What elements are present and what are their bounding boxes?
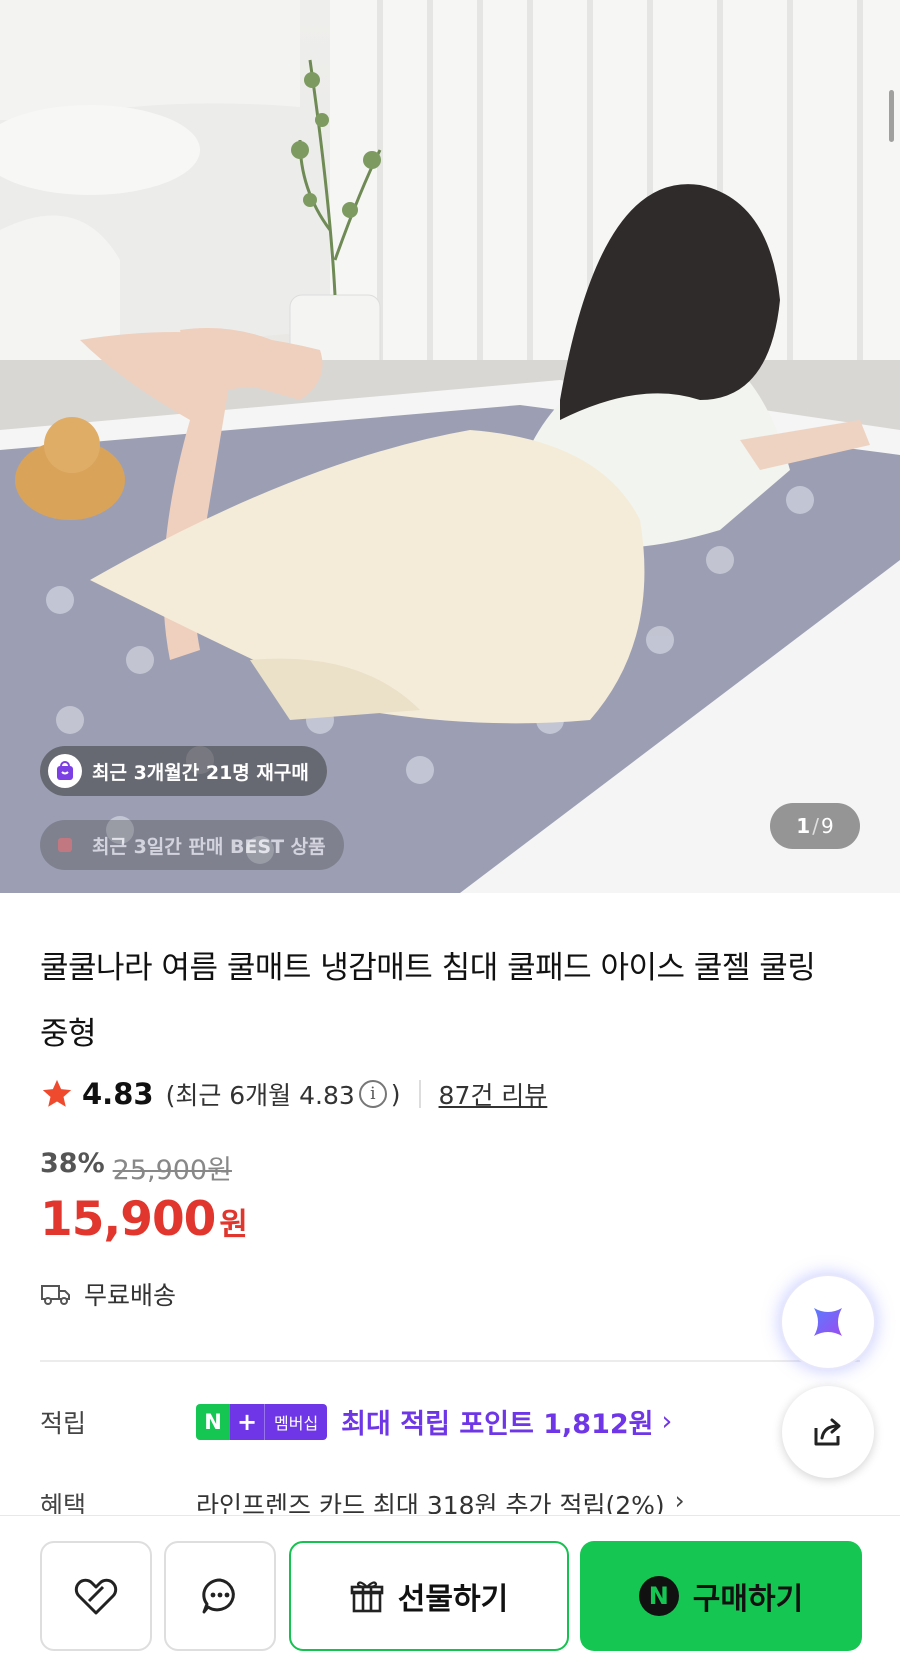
chevron-right-icon: › <box>661 1406 673 1437</box>
counter-separator: / <box>812 814 819 838</box>
truck-icon <box>41 1285 70 1305</box>
price-currency: 원 <box>219 1207 248 1243</box>
badge-membership: 멤버십 <box>264 1403 328 1440</box>
discount-rate: 38% <box>40 1148 105 1179</box>
rating-row: 4.83 (최근 6개월 4.83 i ) 87건 리뷰 <box>40 1072 547 1116</box>
image-counter: 1 / 9 <box>770 803 860 849</box>
ai-assistant-icon <box>814 1308 842 1336</box>
section-divider <box>40 1360 860 1362</box>
rating-score: 4.83 <box>82 1077 154 1111</box>
badge-n: N <box>196 1403 230 1440</box>
wishlist-button[interactable] <box>40 1541 152 1651</box>
npay-icon: N <box>638 1576 679 1616</box>
gift-icon <box>350 1581 384 1613</box>
recent-rating-close: ) <box>390 1079 401 1109</box>
share-button[interactable] <box>782 1386 874 1478</box>
info-icon[interactable]: i <box>358 1080 387 1108</box>
sale-price: 15,900 원 <box>40 1192 248 1247</box>
talk-button[interactable] <box>164 1541 276 1651</box>
buy-button-label: 구매하기 <box>692 1582 804 1617</box>
chat-icon <box>202 1578 235 1614</box>
points-row[interactable]: 적립 N + 멤버십 최대 적립 포인트 1,812원 › <box>40 1402 672 1441</box>
points-label: 적립 <box>40 1408 87 1438</box>
best-seller-chip-text: 최근 3일간 판매 BEST 상품 <box>92 835 326 858</box>
buy-button[interactable]: N 구매하기 <box>580 1541 862 1651</box>
shipping-row: 무료배송 <box>40 1276 176 1312</box>
benefit-label: 혜택 <box>40 1491 87 1514</box>
benefit-text[interactable]: 라인프렌즈 카드 최대 318원 추가 적립(2%) <box>196 1486 665 1514</box>
benefit-row[interactable]: 혜택 라인프렌즈 카드 최대 318원 추가 적립(2%) › <box>40 1486 685 1514</box>
repurchase-chip-text: 최근 3개월간 21명 재구매 <box>92 761 309 784</box>
product-title: 쿨쿨나라 여름 쿨매트 냉감매트 침대 쿨패드 아이스 쿨젤 쿨링 중형 <box>40 950 816 1052</box>
shipping-text: 무료배송 <box>84 1281 177 1310</box>
star-icon <box>42 1079 72 1107</box>
gift-button[interactable]: 선물하기 <box>289 1541 569 1651</box>
chevron-right-icon: › <box>674 1486 685 1514</box>
product-image-carousel[interactable]: 최근 3개월간 21명 재구매 최근 3일간 판매 BEST 상품 1 / 9 <box>0 0 900 893</box>
image-index: 1 <box>796 814 811 838</box>
repurchase-chip: 최근 3개월간 21명 재구매 <box>40 746 327 796</box>
review-count-link[interactable]: 87건 리뷰 <box>439 1076 548 1112</box>
ai-assistant-button[interactable] <box>782 1276 874 1368</box>
share-icon <box>814 1418 841 1446</box>
bottom-action-bar: 선물하기 N 구매하기 <box>0 1515 900 1654</box>
rating-divider <box>418 1080 421 1108</box>
naver-plus-membership-badge: N + 멤버십 <box>196 1403 328 1440</box>
discount-row: 38% 25,900원 <box>40 1148 232 1187</box>
original-price: 25,900원 <box>112 1155 232 1186</box>
recent-rating: (최근 6개월 4.83 <box>165 1081 355 1110</box>
badge-plus: + <box>230 1403 264 1440</box>
image-total: 9 <box>820 814 834 838</box>
best-seller-chip: 최근 3일간 판매 BEST 상품 <box>40 820 344 870</box>
trophy-icon <box>48 828 82 862</box>
heart-icon <box>74 1578 118 1615</box>
page-scrollbar[interactable] <box>889 90 894 142</box>
max-points-text[interactable]: 최대 적립 포인트 1,812원 <box>341 1402 653 1441</box>
gift-button-label: 선물하기 <box>397 1582 509 1617</box>
price-value: 15,900 <box>40 1192 216 1247</box>
shopping-bag-icon <box>48 754 82 788</box>
